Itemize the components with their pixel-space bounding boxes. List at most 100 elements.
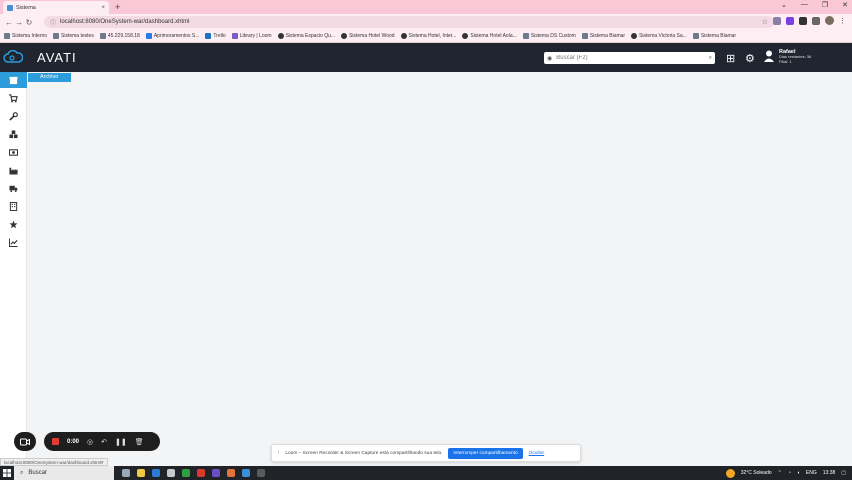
sidebar-item-logistics[interactable] bbox=[0, 180, 27, 196]
window-controls: ⌄ — ❐ ✕ bbox=[781, 1, 848, 9]
bookmark-item[interactable]: Sistema Espacio Qu... bbox=[277, 33, 335, 39]
side-menu bbox=[0, 72, 27, 458]
sidebar-item-favorites[interactable] bbox=[0, 216, 27, 232]
sidepanel-icon[interactable] bbox=[812, 16, 820, 25]
global-search[interactable]: ◉ ⌕ bbox=[544, 52, 715, 64]
bookmark-item[interactable]: Library | Loom bbox=[231, 33, 272, 39]
language-indicator[interactable]: ENG bbox=[806, 470, 817, 476]
profile-avatar[interactable] bbox=[825, 16, 834, 25]
url-text[interactable]: localhost:8080/OneSystem-war/dashboard.x… bbox=[60, 19, 189, 25]
notification-icon[interactable]: ▢ bbox=[841, 470, 846, 476]
volume-icon[interactable]: ◖ bbox=[797, 470, 800, 476]
browser-tab[interactable]: Sistema × bbox=[3, 1, 109, 14]
bookmark-item[interactable]: Sistema Biamar bbox=[581, 33, 625, 39]
extensions-area: ⋮ bbox=[773, 16, 846, 25]
maximize-button[interactable]: ❐ bbox=[822, 1, 828, 9]
sidebar-item-company[interactable] bbox=[0, 198, 27, 214]
building-icon bbox=[9, 201, 18, 211]
search-icon: ⌕ bbox=[20, 469, 24, 476]
weather-sun-icon[interactable] bbox=[725, 468, 735, 478]
site-info-icon[interactable]: ⓘ bbox=[50, 18, 56, 27]
chrome-icon[interactable] bbox=[197, 469, 205, 477]
bookmark-icon bbox=[145, 33, 152, 39]
tray-chevron-icon[interactable]: ⌃ bbox=[778, 470, 782, 476]
hide-button[interactable]: Ocultar bbox=[529, 451, 544, 456]
sidebar-item-production[interactable] bbox=[0, 162, 27, 178]
bookmark-item[interactable]: Sistema Victoria Sa... bbox=[631, 33, 687, 39]
share-message: Loom – Screen Recorder & Screen Capture … bbox=[285, 450, 443, 456]
eye-icon[interactable]: ◉ bbox=[547, 55, 552, 62]
bookmark-item[interactable]: Sistema Hotel Aola... bbox=[462, 33, 517, 39]
trash-icon[interactable]: 🗑 bbox=[135, 438, 144, 446]
bookmark-item[interactable]: Trello bbox=[205, 33, 226, 39]
bookmark-star-icon[interactable]: ☆ bbox=[762, 18, 768, 26]
drag-handle-icon[interactable]: ⁞ bbox=[278, 451, 279, 456]
bookmark-item[interactable]: Sistema Interno bbox=[4, 33, 47, 39]
task-view-icon[interactable] bbox=[122, 469, 130, 477]
windows-start-icon[interactable] bbox=[0, 466, 14, 480]
extension-icon[interactable] bbox=[773, 16, 781, 25]
archive-icon bbox=[9, 76, 18, 84]
app-icon[interactable] bbox=[242, 469, 250, 477]
wrench-icon bbox=[9, 111, 18, 121]
sidebar-item-archive[interactable] bbox=[0, 72, 27, 88]
loom-camera-button[interactable] bbox=[14, 432, 36, 451]
user-icon[interactable] bbox=[764, 50, 774, 62]
taskbar-search[interactable]: ⌕ Buscar bbox=[14, 466, 114, 480]
app-icon[interactable] bbox=[227, 469, 235, 477]
status-url: localhost:8080/OneSystem-war/dashboard.x… bbox=[0, 458, 108, 466]
sidebar-item-finance[interactable] bbox=[0, 144, 27, 160]
forward-icon[interactable]: → bbox=[14, 18, 24, 27]
restart-icon[interactable]: ↶ bbox=[101, 438, 107, 446]
clock[interactable]: 13:38 bbox=[823, 470, 836, 476]
factory-icon bbox=[9, 167, 18, 175]
taskbar-apps bbox=[114, 469, 265, 477]
bookmark-item[interactable]: Sistema testes bbox=[53, 33, 94, 39]
stop-recording-button[interactable] bbox=[52, 438, 59, 445]
gear-icon[interactable]: ⚙ bbox=[745, 52, 755, 65]
back-icon[interactable]: ← bbox=[4, 18, 14, 27]
menu-kebab-icon[interactable]: ⋮ bbox=[839, 17, 846, 25]
loom-icon bbox=[231, 33, 238, 39]
bookmark-icon bbox=[400, 33, 407, 39]
star-icon bbox=[9, 219, 18, 228]
loom-extension-icon[interactable] bbox=[786, 16, 794, 25]
store-icon[interactable] bbox=[167, 469, 175, 477]
bookmark-icon bbox=[522, 33, 529, 39]
teams-icon[interactable] bbox=[212, 469, 220, 477]
cubes-icon bbox=[9, 129, 18, 138]
sidebar-item-cart[interactable] bbox=[0, 90, 27, 106]
bookmark-item[interactable]: Aprimoramentos S... bbox=[145, 33, 199, 39]
minimize-button[interactable]: — bbox=[801, 1, 808, 9]
tab-search-icon[interactable]: ⌄ bbox=[781, 1, 787, 9]
omnibox[interactable]: ⓘ localhost:8080/OneSystem-war/dashboard… bbox=[44, 16, 774, 28]
bookmark-item[interactable]: Sistema DS Custom bbox=[522, 33, 576, 39]
bookmark-item[interactable]: Sistema Hotel Wood bbox=[341, 33, 395, 39]
file-explorer-icon[interactable] bbox=[137, 469, 145, 477]
whatsapp-icon[interactable] bbox=[182, 469, 190, 477]
search-input[interactable] bbox=[556, 55, 705, 61]
stop-sharing-button[interactable]: Interromper compartilhamento bbox=[448, 447, 523, 459]
archive-tooltip: Archivo bbox=[28, 73, 71, 82]
app-icon[interactable] bbox=[257, 469, 265, 477]
tab-close-icon[interactable]: × bbox=[101, 5, 105, 11]
sidebar-item-reports[interactable] bbox=[0, 234, 27, 250]
new-tab-button[interactable]: + bbox=[115, 2, 120, 12]
bookmark-item[interactable]: Sistema Hotel, Inter... bbox=[400, 33, 456, 39]
grid-plus-icon[interactable]: ⊞ bbox=[726, 52, 735, 65]
weather-text[interactable]: 32°C Soleado bbox=[741, 470, 772, 476]
pause-icon[interactable]: ❚❚ bbox=[115, 438, 127, 446]
bookmark-item[interactable]: 45.229.158.18 bbox=[99, 33, 140, 39]
sidebar-item-tools[interactable] bbox=[0, 108, 27, 124]
bookmark-item[interactable]: Sistema Biamar bbox=[692, 33, 736, 39]
reload-icon[interactable]: ↻ bbox=[24, 18, 34, 27]
close-window-button[interactable]: ✕ bbox=[842, 1, 848, 9]
edge-icon[interactable] bbox=[152, 469, 160, 477]
sidebar-item-products[interactable] bbox=[0, 126, 27, 142]
search-icon[interactable]: ⌕ bbox=[709, 55, 712, 62]
cloud-logo-icon[interactable] bbox=[3, 50, 23, 64]
recording-time: 0:00 bbox=[67, 438, 80, 445]
drawing-tool-icon[interactable]: ◎ bbox=[87, 438, 93, 446]
puzzle-icon[interactable] bbox=[799, 16, 807, 25]
wifi-icon[interactable]: ◔ bbox=[788, 470, 791, 476]
